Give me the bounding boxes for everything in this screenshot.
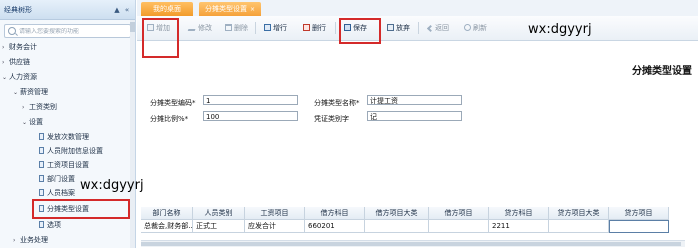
document-icon bbox=[39, 161, 44, 168]
pin-icon[interactable]: ▲ bbox=[113, 6, 121, 14]
collapse-arrow-icon: ⌄ bbox=[22, 119, 28, 126]
column-header[interactable]: 工资项目 bbox=[245, 207, 305, 220]
collapse-arrow-icon: ⌄ bbox=[2, 74, 8, 81]
table-row[interactable]: 总裁会,财务部... 正式工 应发合计 660201 2211 bbox=[141, 220, 685, 233]
tab-bar: 我的桌面 分摊类型设置 × bbox=[137, 0, 698, 17]
delete-icon bbox=[225, 24, 232, 31]
grid-cell[interactable]: 总裁会,财务部... bbox=[141, 220, 193, 233]
watermark-text: wx:dgyyrj bbox=[80, 178, 144, 193]
document-icon bbox=[39, 147, 44, 154]
allocation-code-label: 分摊类型编码* bbox=[150, 99, 196, 107]
document-icon bbox=[39, 221, 44, 228]
expand-arrow-icon: › bbox=[2, 59, 5, 66]
insert-row-button[interactable]: 增行 bbox=[264, 22, 287, 34]
tree-item-options[interactable]: 选项 bbox=[39, 219, 61, 231]
tree-item-payroll-items[interactable]: 工资项目设置 bbox=[39, 159, 89, 171]
discard-button[interactable]: 放弃 bbox=[387, 22, 410, 34]
voucher-type-field[interactable]: 记 bbox=[367, 111, 462, 121]
column-header[interactable]: 借方科目 bbox=[305, 207, 365, 220]
highlight-box-save bbox=[339, 18, 381, 44]
edit-button[interactable]: 修改 bbox=[187, 22, 212, 34]
allocation-name-field[interactable]: 计提工资 bbox=[367, 95, 462, 105]
tree-item-payroll-management[interactable]: ⌄ 薪资管理 bbox=[13, 86, 48, 98]
voucher-type-label: 凭证类别字 bbox=[314, 115, 349, 123]
allocation-ratio-field[interactable]: 100 bbox=[203, 111, 298, 121]
tree-item-payment-times[interactable]: 发放次数管理 bbox=[39, 131, 89, 143]
grid-cell-editing[interactable] bbox=[609, 220, 669, 233]
column-header[interactable]: 借方项目 bbox=[429, 207, 489, 220]
tree-item-human-resources[interactable]: ⌄ 人力资源 bbox=[2, 71, 37, 83]
back-button[interactable]: 返回 bbox=[426, 22, 449, 34]
page-title: 分摊类型设置 bbox=[632, 66, 692, 77]
highlight-box-sidebar bbox=[32, 199, 130, 219]
watermark-text: wx:dgyyrj bbox=[528, 22, 592, 37]
back-icon bbox=[426, 24, 435, 33]
toolbar-divider bbox=[418, 22, 419, 34]
document-icon bbox=[39, 133, 44, 140]
refresh-button[interactable]: 刷新 bbox=[464, 22, 487, 34]
scrollbar-thumb[interactable] bbox=[130, 22, 135, 32]
allocation-code-field[interactable]: 1 bbox=[203, 95, 298, 105]
expand-arrow-icon: › bbox=[22, 104, 25, 111]
column-header[interactable]: 贷方项目 bbox=[609, 207, 669, 220]
collapse-arrow-icon: ⌄ bbox=[13, 89, 19, 96]
tree-item-financial-accounting[interactable]: › 财务会计 bbox=[2, 41, 37, 53]
grid-cell[interactable] bbox=[549, 220, 609, 233]
document-icon bbox=[39, 189, 44, 196]
grid-cell[interactable]: 正式工 bbox=[193, 220, 245, 233]
expand-arrow-icon: › bbox=[13, 237, 16, 244]
insert-row-icon bbox=[264, 24, 271, 31]
grid-horizontal-scrollbar[interactable] bbox=[141, 240, 685, 247]
grid-cell[interactable]: 应发合计 bbox=[245, 220, 305, 233]
edit-icon bbox=[187, 24, 198, 31]
grid-cell[interactable] bbox=[365, 220, 429, 233]
navigation-sidebar: 经典树形 ▲ « ›财务会计 ›供应链 ⌄人力资源 ⌄薪资管理 ›工资类别 ⌄设… bbox=[0, 0, 136, 248]
tree-item-business-processing[interactable]: › 业务处理 bbox=[13, 234, 48, 246]
sidebar-header: 经典树形 ▲ « bbox=[0, 0, 135, 20]
toolbar-divider bbox=[255, 22, 256, 34]
collapse-icon[interactable]: « bbox=[123, 6, 131, 14]
delete-row-icon bbox=[303, 24, 310, 31]
column-header[interactable]: 部门名称 bbox=[141, 207, 193, 220]
document-icon bbox=[39, 175, 44, 182]
column-header[interactable]: 贷方项目大类 bbox=[549, 207, 609, 220]
search-icon bbox=[8, 27, 16, 35]
tree-item-supply-chain[interactable]: › 供应链 bbox=[2, 56, 30, 68]
allocation-ratio-label: 分摊比例%* bbox=[150, 115, 189, 123]
column-header[interactable]: 贷方科目 bbox=[489, 207, 549, 220]
sidebar-title: 经典树形 bbox=[4, 5, 32, 14]
toolbar-divider bbox=[335, 22, 336, 34]
toolbar: 增加 修改 删除 增行 删行 保存 放弃 返回 刷新 bbox=[137, 16, 698, 41]
expand-arrow-icon: › bbox=[2, 44, 5, 51]
tab-my-desktop[interactable]: 我的桌面 bbox=[141, 2, 193, 16]
tree-item-payroll-category[interactable]: › 工资类别 bbox=[22, 101, 57, 113]
tree-item-settings[interactable]: ⌄ 设置 bbox=[22, 116, 43, 128]
tab-allocation-type-settings[interactable]: 分摊类型设置 × bbox=[199, 2, 261, 16]
grid-cell[interactable]: 2211 bbox=[489, 220, 549, 233]
delete-row-button[interactable]: 删行 bbox=[303, 22, 326, 34]
column-header[interactable]: 人员类别 bbox=[193, 207, 245, 220]
tree-item-personnel-files[interactable]: 人员档案 bbox=[39, 187, 75, 199]
function-search-input[interactable] bbox=[19, 27, 119, 35]
tree-item-personnel-extra-info[interactable]: 人员附加信息设置 bbox=[39, 145, 103, 157]
sidebar-scrollbar[interactable] bbox=[130, 20, 135, 248]
close-icon[interactable]: × bbox=[250, 6, 255, 13]
refresh-icon bbox=[464, 24, 471, 31]
discard-icon bbox=[387, 24, 394, 31]
tree-item-department-settings[interactable]: 部门设置 bbox=[39, 173, 75, 185]
column-header[interactable]: 借方项目大类 bbox=[365, 207, 429, 220]
highlight-box-add bbox=[142, 18, 179, 58]
scrollbar-thumb[interactable] bbox=[141, 242, 681, 246]
grid-header-row: 部门名称 人员类别 工资项目 借方科目 借方项目大类 借方项目 贷方科目 贷方项… bbox=[141, 207, 685, 220]
allocation-name-label: 分摊类型名称* bbox=[314, 99, 360, 107]
grid-cell[interactable]: 660201 bbox=[305, 220, 365, 233]
function-search-box[interactable] bbox=[4, 24, 131, 38]
grid-cell[interactable] bbox=[429, 220, 489, 233]
delete-button[interactable]: 删除 bbox=[225, 22, 248, 34]
